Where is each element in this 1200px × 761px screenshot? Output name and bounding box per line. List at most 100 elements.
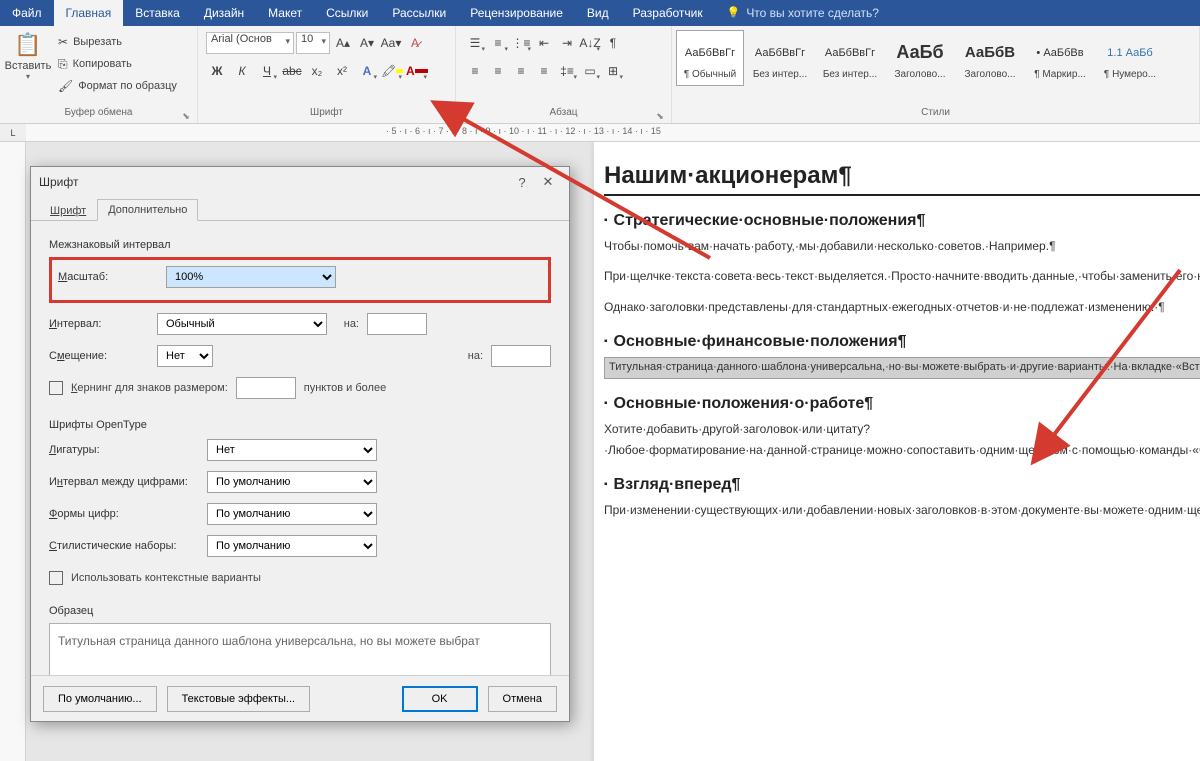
- default-button[interactable]: По умолчанию...: [43, 686, 157, 712]
- tab-review[interactable]: Рецензирование: [458, 0, 575, 26]
- grow-font-button[interactable]: A▴: [332, 32, 354, 54]
- cut-button[interactable]: ✂Вырезать: [58, 32, 177, 52]
- doc-s4-p1[interactable]: При·изменении·существующих·или·добавлени…: [604, 500, 1200, 520]
- ribbon: 📋 Вставить ▾ ✂Вырезать ⎘Копировать 🖌Форм…: [0, 26, 1200, 124]
- change-case-button[interactable]: Aa▾: [380, 32, 402, 54]
- font-launcher-icon[interactable]: ⬊: [439, 111, 449, 121]
- indent-button[interactable]: ⇥: [556, 32, 578, 54]
- superscript-button[interactable]: x²: [331, 60, 353, 82]
- shrink-font-button[interactable]: A▾: [356, 32, 378, 54]
- doc-s2-heading[interactable]: Основные·финансовые·положения¶: [604, 333, 1200, 351]
- paragraph-launcher-icon[interactable]: ⬊: [655, 111, 665, 121]
- font-size-select[interactable]: 10: [296, 32, 330, 54]
- cancel-button[interactable]: Отмена: [488, 686, 557, 712]
- contextual-checkbox[interactable]: [49, 571, 63, 585]
- subscript-button[interactable]: x₂: [306, 60, 328, 82]
- ok-button[interactable]: OK: [402, 686, 478, 712]
- numbering-button[interactable]: ≡: [487, 32, 509, 54]
- dialog-help-button[interactable]: ?: [509, 175, 535, 190]
- paste-button[interactable]: Вставить: [5, 60, 52, 72]
- position-amount-input[interactable]: [491, 345, 551, 367]
- text-effects-button[interactable]: A: [356, 60, 378, 82]
- position-select[interactable]: Нет: [157, 345, 213, 367]
- showhide-button[interactable]: ¶: [602, 32, 624, 54]
- group-font: Arial (Основ 10 A▴ A▾ Aa▾ A̷ Ж К Ч abc x…: [198, 26, 456, 123]
- doc-s1-p2[interactable]: При·щелчке·текста·совета·весь·текст·выде…: [604, 266, 1200, 286]
- doc-h1[interactable]: Нашим·акционерам¶: [604, 162, 1200, 196]
- sort-button[interactable]: A↓Z: [579, 32, 601, 54]
- spacing-amount-input[interactable]: [367, 313, 427, 335]
- tab-design[interactable]: Дизайн: [192, 0, 256, 26]
- text-effects-button-dlg[interactable]: Текстовые эффекты...: [167, 686, 311, 712]
- kerning-size-input[interactable]: [236, 377, 296, 399]
- dialog-footer: По умолчанию... Текстовые эффекты... OK …: [31, 675, 569, 721]
- paste-icon[interactable]: 📋: [14, 32, 41, 58]
- numspacing-select[interactable]: По умолчанию: [207, 471, 377, 493]
- strike-button[interactable]: abc: [281, 60, 303, 82]
- clipboard-launcher-icon[interactable]: ⬊: [181, 111, 191, 121]
- styles-gallery[interactable]: АаБбВвГг¶ Обычный АаБбВвГгБез интер... А…: [676, 30, 1164, 86]
- style-nospacing2[interactable]: АаБбВвГгБез интер...: [816, 30, 884, 86]
- tab-home[interactable]: Главная: [54, 0, 124, 26]
- justify-button[interactable]: ≡: [533, 60, 555, 82]
- highlight-button[interactable]: 🖍: [381, 60, 403, 82]
- bold-button[interactable]: Ж: [206, 60, 228, 82]
- tab-mailings[interactable]: Рассылки: [380, 0, 458, 26]
- font-color-button[interactable]: A: [406, 60, 428, 82]
- dialog-tab-font[interactable]: Шрифт: [39, 200, 97, 221]
- kerning-label: Кернинг для знаков размером:: [71, 382, 228, 394]
- styleset-select[interactable]: По умолчанию: [207, 535, 377, 557]
- bullets-button[interactable]: ☰: [464, 32, 486, 54]
- document-page[interactable]: Нашим·акционерам¶ Стратегические·основны…: [594, 142, 1200, 761]
- tab-tellme[interactable]: Что вы хотите сделать?: [715, 0, 891, 26]
- multilevel-button[interactable]: ⋮≡: [510, 32, 532, 54]
- tab-file[interactable]: Файл: [0, 0, 54, 26]
- section-spacing-label: Межзнаковый интервал: [49, 239, 551, 251]
- align-left-button[interactable]: ≡: [464, 60, 486, 82]
- style-numbered[interactable]: 1.1 АаБб¶ Нумеро...: [1096, 30, 1164, 86]
- style-bulleted[interactable]: • АаБбВв¶ Маркир...: [1026, 30, 1094, 86]
- tab-insert[interactable]: Вставка: [123, 0, 192, 26]
- align-right-button[interactable]: ≡: [510, 60, 532, 82]
- spacing-select[interactable]: Обычный: [157, 313, 327, 335]
- style-heading2[interactable]: АаБбВЗаголово...: [956, 30, 1024, 86]
- doc-s1-heading[interactable]: Стратегические·основные·положения¶: [604, 212, 1200, 230]
- italic-button[interactable]: К: [231, 60, 253, 82]
- doc-s2-p1[interactable]: Титульная·страница·данного·шаблона·униве…: [604, 357, 1200, 379]
- tab-view[interactable]: Вид: [575, 0, 621, 26]
- ligatures-select[interactable]: Нет: [207, 439, 377, 461]
- copy-icon: ⎘: [58, 57, 68, 72]
- doc-s3-heading[interactable]: Основные·положения·о·работе¶: [604, 395, 1200, 413]
- format-painter-button[interactable]: 🖌Формат по образцу: [58, 76, 177, 96]
- doc-s1-p1[interactable]: Чтобы·помочь·вам·начать·работу,·мы·добав…: [604, 236, 1200, 256]
- tab-developer[interactable]: Разработчик: [621, 0, 715, 26]
- doc-s1-p3[interactable]: Однако·заголовки·представлены·для·станда…: [604, 297, 1200, 317]
- styles-label: Стили: [921, 107, 950, 118]
- line-spacing-button[interactable]: ‡≡: [556, 60, 578, 82]
- paste-drop-icon[interactable]: ▾: [26, 72, 30, 81]
- section-opentype-label: Шрифты OpenType: [49, 419, 551, 431]
- doc-s4-heading[interactable]: Взгляд·вперед¶: [604, 476, 1200, 494]
- ruler-horizontal[interactable]: · 5 · ı · 6 · ı · 7 · ı · 8 · ı · 9 · ı …: [26, 124, 1200, 142]
- dialog-titlebar[interactable]: Шрифт ? ✕: [31, 167, 569, 197]
- font-label: Шрифт: [310, 107, 343, 118]
- font-name-select[interactable]: Arial (Основ: [206, 32, 294, 54]
- numform-select[interactable]: По умолчанию: [207, 503, 377, 525]
- dialog-close-button[interactable]: ✕: [535, 174, 561, 190]
- style-nospacing1[interactable]: АаБбВвГгБез интер...: [746, 30, 814, 86]
- shading-button[interactable]: ▭: [579, 60, 601, 82]
- scale-select[interactable]: 100%: [166, 266, 336, 288]
- copy-button[interactable]: ⎘Копировать: [58, 54, 177, 74]
- tab-layout[interactable]: Макет: [256, 0, 314, 26]
- style-heading1[interactable]: АаБбЗаголово...: [886, 30, 954, 86]
- underline-button[interactable]: Ч: [256, 60, 278, 82]
- dialog-tab-advanced[interactable]: Дополнительно: [97, 199, 198, 221]
- doc-s3-p1[interactable]: Хотите·добавить·другой·заголовок·или·цит…: [604, 419, 1200, 460]
- kerning-checkbox[interactable]: [49, 381, 63, 395]
- clear-format-button[interactable]: A̷: [404, 32, 426, 54]
- borders-button[interactable]: ⊞: [602, 60, 624, 82]
- align-center-button[interactable]: ≡: [487, 60, 509, 82]
- style-normal[interactable]: АаБбВвГг¶ Обычный: [676, 30, 744, 86]
- tab-references[interactable]: Ссылки: [314, 0, 380, 26]
- outdent-button[interactable]: ⇤: [533, 32, 555, 54]
